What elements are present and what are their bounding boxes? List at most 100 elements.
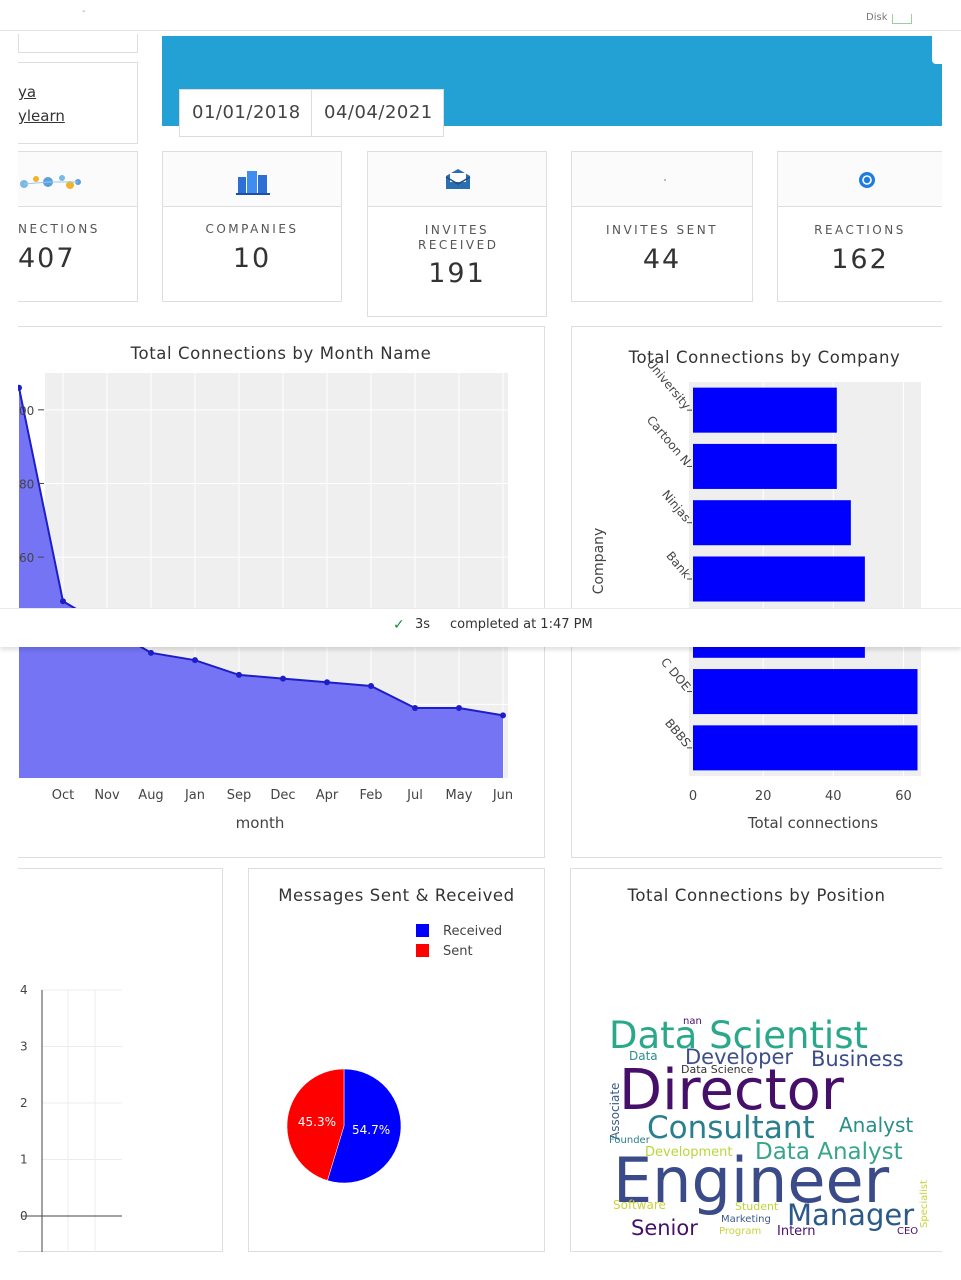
kpi-value-invites-received: 191 xyxy=(428,258,486,289)
legend-swatch xyxy=(416,944,429,957)
y-tick-label: 00 xyxy=(19,404,34,418)
kpi-icon-area xyxy=(163,152,341,207)
y-tick-label: Bank xyxy=(663,549,693,581)
wordcloud-word: Development xyxy=(645,1145,733,1160)
y-tick-label: 0 xyxy=(20,1209,28,1223)
date-start-input[interactable]: 01/01/2018 xyxy=(179,89,312,137)
profile-link-account[interactable]: ylearn xyxy=(18,107,65,125)
wordcloud-word: Data xyxy=(629,1049,658,1063)
kpi-label-companies: COMPANIES xyxy=(205,222,299,236)
company-bar-chart: UniversityCartoon NNinjasBankNiC DOEBBBS… xyxy=(591,357,921,832)
x-tick-label: May xyxy=(446,788,473,803)
pie-data-label: 54.7% xyxy=(352,1123,390,1137)
company-bar xyxy=(693,443,837,489)
profile-card: ya ylearn xyxy=(18,62,138,144)
y-tick-label: 4 xyxy=(20,983,28,997)
y-tick-label: 60 xyxy=(19,551,34,565)
x-tick-label: Apr xyxy=(316,788,339,803)
company-bar xyxy=(693,387,837,433)
profile-link-name[interactable]: ya xyxy=(18,83,36,101)
wordcloud-word: Specialist xyxy=(919,1180,930,1228)
wordcloud-word: nan xyxy=(683,1016,702,1027)
data-point xyxy=(500,712,506,719)
checkmark-icon: ✓ xyxy=(393,617,405,633)
messages-pie-chart: 54.7% 45.3% Received Sent xyxy=(286,924,502,1184)
y-axis-label: Company xyxy=(591,528,607,595)
x-tick-label: 60 xyxy=(895,789,912,804)
profile-search-box[interactable] xyxy=(18,34,138,53)
y-tick-label: Cartoon N xyxy=(644,413,694,468)
data-point xyxy=(456,705,462,712)
kpi-icon-area xyxy=(572,152,752,207)
company-bar xyxy=(693,500,851,546)
date-banner: 01/01/2018 04/04/2021 xyxy=(162,36,942,137)
kpi-value-companies: 10 xyxy=(232,243,272,274)
wordcloud-word: Analyst xyxy=(839,1113,913,1137)
banner-edge-handle[interactable] xyxy=(932,36,946,64)
status-bar: ✓ 3s completed at 1:47 PM xyxy=(0,608,961,647)
x-tick-label: 0 xyxy=(689,789,697,804)
wordcloud-word: Student xyxy=(735,1200,779,1213)
y-tick-label: University xyxy=(644,357,694,412)
envelope-icon xyxy=(445,169,471,189)
top-toolbar: - Disk xyxy=(0,0,961,31)
y-tick-label: C DOE xyxy=(658,655,693,693)
legend-swatch xyxy=(416,924,429,937)
y-tick-label: 3 xyxy=(20,1040,28,1054)
buildings-icon xyxy=(236,171,270,195)
x-tick-label: Jan xyxy=(184,788,205,803)
empty-plot: 4 3 2 1 0 xyxy=(20,983,122,1252)
status-message: completed at 1:47 PM xyxy=(450,617,593,632)
y-tick-label: 2 xyxy=(20,1096,28,1110)
x-tick-label: Jun xyxy=(492,788,513,803)
kpi-card-invites-sent: INVITES SENT 44 xyxy=(571,151,753,302)
x-tick-label: Nov xyxy=(94,788,120,803)
x-tick-label: Dec xyxy=(270,788,295,803)
kpi-icon-area xyxy=(368,152,546,207)
x-tick-label: Oct xyxy=(52,788,74,803)
x-tick-label: Aug xyxy=(138,788,163,803)
y-tick-label: 1 xyxy=(20,1153,28,1167)
x-tick-label: 40 xyxy=(825,789,842,804)
kpi-icon-area xyxy=(18,152,137,207)
legend-label: Sent xyxy=(443,944,473,959)
data-point xyxy=(192,657,198,664)
x-tick-label: Jul xyxy=(406,788,423,803)
wordcloud-word: CEO xyxy=(897,1226,918,1237)
wordcloud-word: Data Analyst xyxy=(755,1139,903,1165)
kpi-label-connections: NECTIONS xyxy=(18,222,100,236)
data-point xyxy=(18,384,22,391)
kpi-label-invites-sent: INVITES SENT xyxy=(605,223,719,237)
company-bar xyxy=(693,556,865,602)
wordcloud-word: Associate xyxy=(608,1083,622,1140)
wordcloud-word: Software xyxy=(613,1198,666,1212)
month-area-chart: 00806040arOctNovAugJanSepDecAprFebJulMay… xyxy=(18,373,513,832)
chart-title-position: Total Connections by Position xyxy=(627,886,886,905)
data-point xyxy=(368,682,374,689)
date-end-input[interactable]: 04/04/2021 xyxy=(311,89,444,137)
x-axis-label: Total connections xyxy=(747,814,878,832)
kpi-card-companies: COMPANIES 10 xyxy=(162,151,342,302)
x-tick-label: 20 xyxy=(755,789,772,804)
x-axis-label: month xyxy=(236,814,285,832)
like-icon xyxy=(859,172,875,188)
network-icon xyxy=(20,175,81,189)
x-tick-label: Feb xyxy=(359,788,382,803)
data-point xyxy=(412,705,418,712)
wordcloud-word: Program xyxy=(719,1226,761,1237)
data-point xyxy=(148,649,154,656)
position-wordcloud: Data Scientist Director Engineer Consult… xyxy=(608,1014,930,1240)
kpi-value-invites-sent: 44 xyxy=(642,244,682,275)
data-point xyxy=(280,675,286,682)
status-duration: 3s xyxy=(415,617,431,632)
y-tick-label: 80 xyxy=(19,477,34,491)
kpi-card-connections: NECTIONS 407 xyxy=(18,151,138,302)
kpi-value-connections: 407 xyxy=(18,243,76,274)
y-tick-label: Ninjas xyxy=(659,487,693,524)
dot-icon xyxy=(664,179,666,181)
pie-data-label: 45.3% xyxy=(298,1115,336,1129)
disk-label: Disk xyxy=(866,12,888,23)
wordcloud-word: Founder xyxy=(609,1135,651,1146)
kpi-icon-area xyxy=(778,152,942,207)
disk-indicator xyxy=(892,14,912,24)
